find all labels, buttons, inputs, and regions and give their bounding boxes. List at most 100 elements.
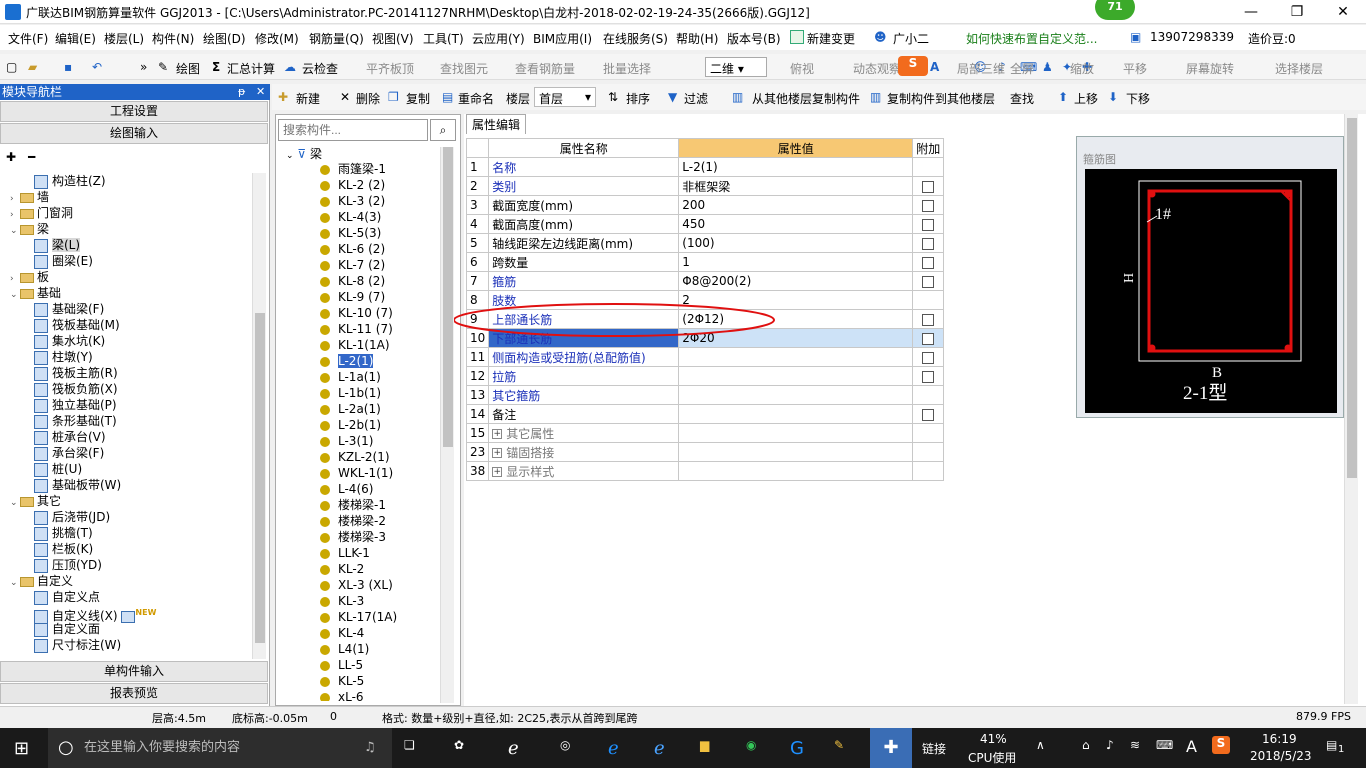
attach-checkbox[interactable]	[922, 199, 935, 212]
fan-app-icon[interactable]: ✿	[454, 738, 476, 758]
property-value[interactable]	[678, 347, 914, 367]
nav-tree-item[interactable]: 后浇带(JD)	[34, 509, 110, 525]
component-list-item[interactable]: 楼梯梁-1	[320, 497, 386, 513]
clock-date[interactable]: 2018/5/23	[1250, 749, 1312, 763]
component-list-item[interactable]: xL-6	[320, 689, 364, 701]
nav-tree-item[interactable]: 基础梁(F)	[34, 301, 104, 317]
link-label[interactable]: 链接	[922, 740, 946, 757]
property-row[interactable]: 11 侧面构造或受扭筋(总配筋值)	[465, 347, 945, 367]
nav-tree-item[interactable]: 自定义面	[34, 621, 100, 637]
menu-draw[interactable]: 绘图(D)	[203, 30, 246, 47]
property-row[interactable]: 12 拉筋	[465, 366, 945, 386]
component-list-item[interactable]: KL-10 (7)	[320, 305, 393, 321]
nav-tree-item[interactable]: 栏板(K)	[34, 541, 93, 557]
copy-to-floor-button[interactable]: 复制构件到其他楼层	[887, 90, 995, 107]
component-list-item[interactable]: L4(1)	[320, 641, 369, 657]
property-value[interactable]: 非框架梁	[678, 176, 914, 196]
component-list-item[interactable]: KL-3	[320, 593, 364, 609]
nav-tree-item[interactable]: › 板	[10, 269, 49, 285]
component-list-item[interactable]: KL-17(1A)	[320, 609, 397, 625]
property-value[interactable]	[678, 423, 914, 443]
property-row[interactable]: 23 + 锚固搭接	[465, 442, 945, 462]
list-scroll-thumb[interactable]	[443, 147, 453, 447]
rename-button[interactable]: 重命名	[458, 90, 494, 107]
search-icon[interactable]: ⌕	[430, 119, 456, 141]
component-list-item[interactable]: KL-5	[320, 673, 364, 689]
drawing-input-button[interactable]: 绘图输入	[0, 123, 268, 144]
search-input[interactable]	[278, 119, 428, 141]
browser-360-icon[interactable]: ◎	[560, 738, 582, 758]
menu-rebar-qty[interactable]: 钢筋量(Q)	[309, 30, 364, 47]
copy-from-floor-button[interactable]: 从其他楼层复制构件	[752, 90, 860, 107]
menu-edit[interactable]: 编辑(E)	[55, 30, 96, 47]
menu-file[interactable]: 文件(F)	[8, 30, 48, 47]
component-list-item[interactable]: KL-9 (7)	[320, 289, 385, 305]
pan-button[interactable]: 平移	[1123, 60, 1147, 77]
delete-button[interactable]: 删除	[356, 90, 380, 107]
nav-tree-item[interactable]: 筏板主筋(R)	[34, 365, 118, 381]
property-scrollbar[interactable]	[1344, 114, 1358, 704]
ie-blue-icon[interactable]: ℯ	[654, 738, 676, 759]
edge-icon[interactable]: ℯ	[608, 738, 630, 759]
network-icon[interactable]: ⌂	[1082, 738, 1090, 752]
nav-tree-item[interactable]: 基础板带(W)	[34, 477, 121, 493]
move-down-button[interactable]: 下移	[1126, 90, 1150, 107]
microphone-icon[interactable]: ♫	[364, 728, 376, 768]
copy-button[interactable]: 复制	[406, 90, 430, 107]
property-value[interactable]	[678, 404, 914, 424]
component-list-item[interactable]: KL-6 (2)	[320, 241, 385, 257]
menu-bim[interactable]: BIM应用(I)	[533, 30, 592, 47]
property-value[interactable]: Φ8@200(2)	[678, 271, 914, 291]
notification-center-icon[interactable]: ▤	[1326, 738, 1337, 752]
attach-checkbox[interactable]	[922, 332, 935, 345]
nav-tree-item[interactable]: ⌄ 梁	[10, 221, 49, 237]
align-top-button[interactable]: 平齐板顶	[366, 60, 414, 77]
expand-plus-icon[interactable]: +	[492, 429, 503, 439]
clock-time[interactable]: 16:19	[1262, 732, 1297, 746]
task-view-icon[interactable]: ❏	[404, 738, 426, 758]
attach-checkbox[interactable]	[922, 218, 935, 231]
wifi-icon[interactable]: ≋	[1130, 738, 1140, 752]
tab-property-edit[interactable]: 属性编辑	[466, 114, 526, 134]
chevron-down-icon[interactable]: ⌄	[10, 495, 20, 511]
attach-checkbox[interactable]	[922, 256, 935, 269]
attach-checkbox[interactable]	[922, 275, 935, 288]
component-list-item[interactable]: WKL-1(1)	[320, 465, 393, 481]
property-row[interactable]: 5 轴线距梁左边线距离(mm) (100)	[465, 233, 945, 253]
close-button[interactable]: ✕	[1320, 0, 1366, 24]
undo-icon[interactable]: ↶	[92, 60, 102, 74]
attach-checkbox[interactable]	[922, 370, 935, 383]
nav-tree-item[interactable]: ⌄ 基础	[10, 285, 61, 301]
property-value[interactable]	[678, 366, 914, 386]
report-preview-button[interactable]: 报表预览	[0, 683, 268, 704]
find-element-button[interactable]: 查找图元	[440, 60, 488, 77]
component-list-item[interactable]: KL-2	[320, 561, 364, 577]
nav-tree-item[interactable]: ⌄ 自定义	[10, 573, 73, 589]
component-list-item[interactable]: L-2b(1)	[320, 417, 381, 433]
view-rebar-button[interactable]: 查看钢筋量	[515, 60, 575, 77]
tree-root-beam[interactable]: ⌄ ⊽ 梁	[286, 145, 322, 162]
component-list-item[interactable]: L-3(1)	[320, 433, 373, 449]
zoom-button[interactable]: 缩放	[1070, 60, 1094, 77]
menu-version[interactable]: 版本号(B)	[727, 30, 781, 47]
component-list-item[interactable]: L-1b(1)	[320, 385, 381, 401]
property-row[interactable]: 3 截面宽度(mm) 200	[465, 195, 945, 215]
find-button[interactable]: 查找	[1010, 90, 1034, 107]
glodon-g-icon[interactable]: G	[790, 738, 812, 759]
attach-checkbox[interactable]	[922, 237, 935, 250]
component-list-item[interactable]: KZL-2(1)	[320, 449, 390, 465]
chevron-down-icon[interactable]: ⌄	[10, 287, 20, 303]
local-3d-button[interactable]: 局部三维	[957, 60, 1005, 77]
taskbar-search-box[interactable]: ○ 在这里输入你要搜索的内容 ♫	[48, 728, 392, 768]
nav-tree-item[interactable]: 筏板负筋(X)	[34, 381, 118, 397]
nav-tree-item[interactable]: 条形基础(T)	[34, 413, 117, 429]
chevron-up-icon[interactable]: ∧	[1036, 738, 1045, 752]
menu-view[interactable]: 视图(V)	[372, 30, 414, 47]
component-list-item[interactable]: 雨篷梁-1	[320, 161, 386, 177]
new-file-icon[interactable]: ▢	[6, 60, 17, 74]
component-list-item[interactable]: KL-7 (2)	[320, 257, 385, 273]
restore-button[interactable]: ❐	[1274, 0, 1320, 24]
component-list-item[interactable]: KL-3 (2)	[320, 193, 385, 209]
new-change-button[interactable]: 新建变更	[807, 30, 855, 47]
nav-tree-item[interactable]: 构造柱(Z)	[34, 173, 106, 189]
